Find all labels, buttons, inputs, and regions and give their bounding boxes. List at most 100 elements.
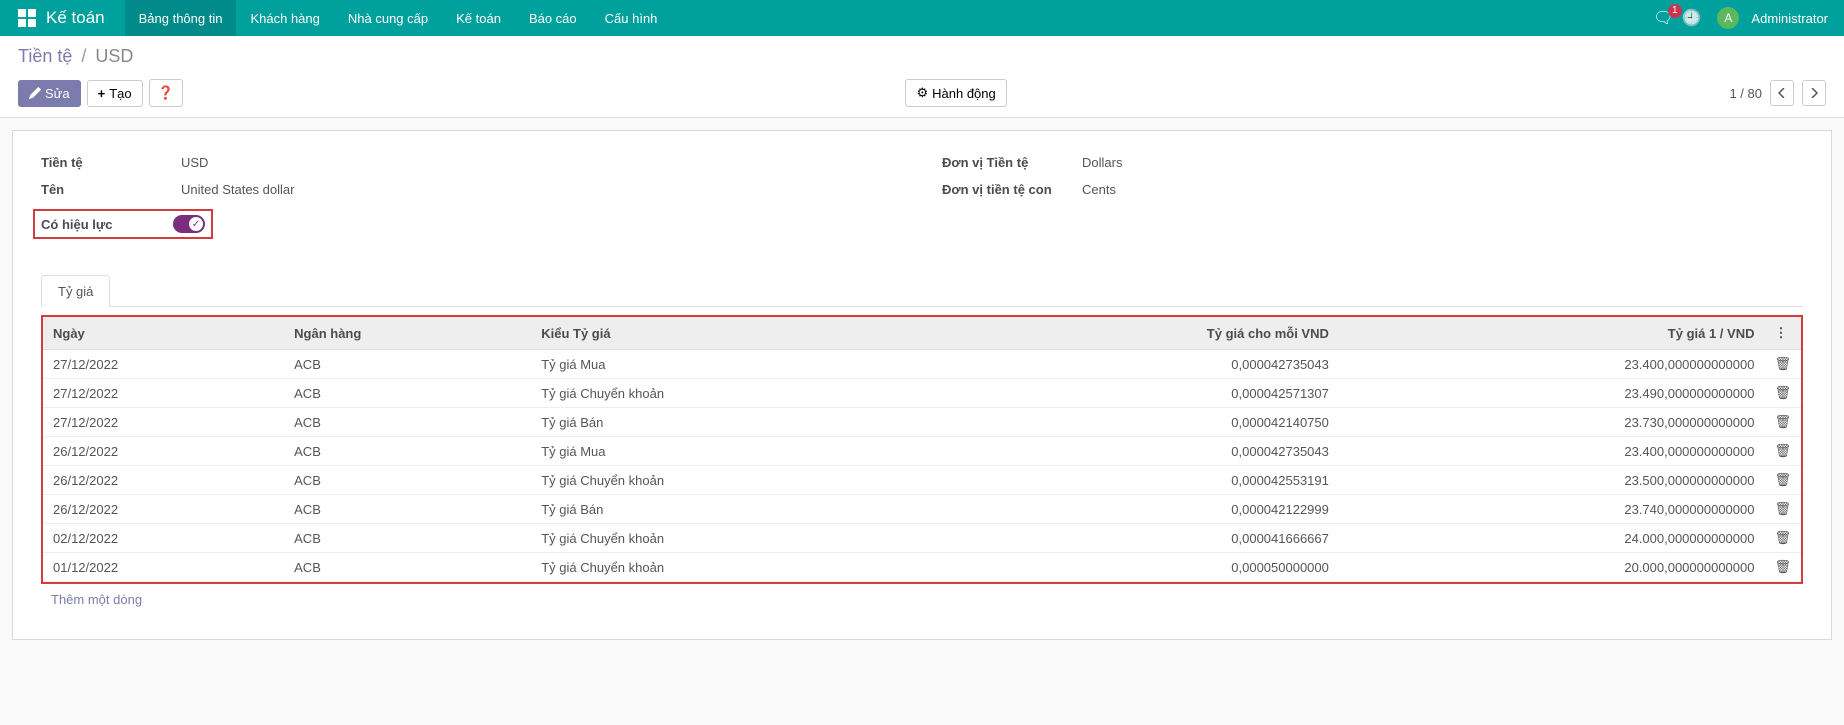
tab-rates[interactable]: Tỷ giá: [41, 275, 110, 307]
cell-date: 02/12/2022: [43, 524, 284, 553]
cell-bank: ACB: [284, 495, 531, 524]
nav-item-reports[interactable]: Báo cáo: [515, 0, 591, 36]
cell-bank: ACB: [284, 524, 531, 553]
apps-icon[interactable]: [18, 9, 36, 27]
table-row[interactable]: 27/12/2022ACBTỷ giá Chuyển khoản0,000042…: [43, 379, 1801, 408]
value-subunit: Cents: [1082, 182, 1803, 197]
cell-date: 27/12/2022: [43, 350, 284, 379]
value-currency: USD: [181, 155, 902, 170]
cell-date: 26/12/2022: [43, 466, 284, 495]
breadcrumb-parent[interactable]: Tiền tệ: [18, 46, 72, 66]
avatar[interactable]: A: [1717, 7, 1739, 29]
label-currency: Tiền tệ: [41, 155, 181, 170]
cell-rate: 0,000042122999: [936, 495, 1339, 524]
col-type[interactable]: Kiểu Tỷ giá: [531, 317, 936, 350]
col-bank[interactable]: Ngân hàng: [284, 317, 531, 350]
col-inverse[interactable]: Tỷ giá 1 / VND: [1339, 317, 1765, 350]
cell-date: 26/12/2022: [43, 495, 284, 524]
chat-badge: 1: [1668, 4, 1682, 18]
chat-icon[interactable]: 🗨1: [1653, 8, 1673, 28]
nav-item-config[interactable]: Cấu hình: [591, 0, 672, 36]
delete-row-button[interactable]: 🗑: [1764, 553, 1801, 582]
cell-rate: 0,000042553191: [936, 466, 1339, 495]
user-name[interactable]: Administrator: [1751, 11, 1828, 26]
cell-type: Tỷ giá Bán: [531, 408, 936, 437]
table-row[interactable]: 02/12/2022ACBTỷ giá Chuyển khoản0,000041…: [43, 524, 1801, 553]
pager-prev[interactable]: [1770, 80, 1794, 106]
activity-icon[interactable]: 🕘: [1682, 8, 1702, 28]
edit-button[interactable]: Sửa: [18, 80, 81, 107]
delete-row-button[interactable]: 🗑: [1764, 379, 1801, 408]
delete-row-button[interactable]: 🗑: [1764, 524, 1801, 553]
nav-item-dashboard[interactable]: Bảng thông tin: [125, 0, 237, 36]
pencil-icon: [29, 87, 41, 99]
cell-type: Tỷ giá Chuyển khoản: [531, 379, 936, 408]
cell-type: Tỷ giá Mua: [531, 350, 936, 379]
nav-item-vendors[interactable]: Nhà cung cấp: [334, 0, 442, 36]
cell-rate: 0,000042140750: [936, 408, 1339, 437]
delete-row-button[interactable]: 🗑: [1764, 437, 1801, 466]
table-row[interactable]: 26/12/2022ACBTỷ giá Chuyển khoản0,000042…: [43, 466, 1801, 495]
pager-next[interactable]: [1802, 80, 1826, 106]
app-brand[interactable]: Kế toán: [46, 8, 105, 28]
cell-inverse: 23.490,000000000000: [1339, 379, 1765, 408]
nav-item-accounting[interactable]: Kế toán: [442, 0, 515, 36]
nav-item-customers[interactable]: Khách hàng: [236, 0, 333, 36]
tab-bar: Tỷ giá: [41, 275, 1803, 307]
col-date[interactable]: Ngày: [43, 317, 284, 350]
cell-bank: ACB: [284, 379, 531, 408]
edit-button-label: Sửa: [45, 86, 70, 101]
col-options[interactable]: ⋮: [1764, 317, 1801, 350]
add-line-link[interactable]: Thêm một dòng: [51, 592, 142, 607]
label-active: Có hiệu lực: [41, 217, 173, 232]
control-panel: Tiền tệ / USD Sửa + Tạo ❓ ⚙ Hành động 1 …: [0, 36, 1844, 118]
delete-row-button[interactable]: 🗑: [1764, 408, 1801, 437]
cell-date: 26/12/2022: [43, 437, 284, 466]
cell-inverse: 23.400,000000000000: [1339, 437, 1765, 466]
cell-bank: ACB: [284, 350, 531, 379]
rate-table: Ngày Ngân hàng Kiểu Tỷ giá Tỷ giá cho mỗ…: [43, 317, 1801, 582]
cell-bank: ACB: [284, 553, 531, 582]
table-row[interactable]: 26/12/2022ACBTỷ giá Bán0,00004212299923.…: [43, 495, 1801, 524]
top-navbar: Kế toán Bảng thông tin Khách hàng Nhà cu…: [0, 0, 1844, 36]
cell-inverse: 23.500,000000000000: [1339, 466, 1765, 495]
cell-inverse: 23.730,000000000000: [1339, 408, 1765, 437]
action-dropdown[interactable]: ⚙ Hành động: [905, 79, 1006, 107]
cell-rate: 0,000042571307: [936, 379, 1339, 408]
cell-inverse: 24.000,000000000000: [1339, 524, 1765, 553]
cell-rate: 0,000042735043: [936, 437, 1339, 466]
table-row[interactable]: 01/12/2022ACBTỷ giá Chuyển khoản0,000050…: [43, 553, 1801, 582]
delete-row-button[interactable]: 🗑: [1764, 350, 1801, 379]
label-name: Tên: [41, 182, 181, 197]
breadcrumb: Tiền tệ / USD: [0, 36, 1844, 73]
help-button[interactable]: ❓: [149, 79, 183, 107]
gear-icon: ⚙: [916, 85, 928, 101]
form-sheet: Tiền tệ USD Tên United States dollar Có …: [12, 130, 1832, 640]
cell-bank: ACB: [284, 437, 531, 466]
col-rate-per-vnd[interactable]: Tỷ giá cho mỗi VND: [936, 317, 1339, 350]
active-row-highlight: Có hiệu lực: [33, 209, 213, 239]
cell-rate: 0,000042735043: [936, 350, 1339, 379]
delete-row-button[interactable]: 🗑: [1764, 466, 1801, 495]
table-row[interactable]: 27/12/2022ACBTỷ giá Mua0,00004273504323.…: [43, 350, 1801, 379]
cell-type: Tỷ giá Bán: [531, 495, 936, 524]
rate-table-header-row: Ngày Ngân hàng Kiểu Tỷ giá Tỷ giá cho mỗ…: [43, 317, 1801, 350]
delete-row-button[interactable]: 🗑: [1764, 495, 1801, 524]
action-button-label: Hành động: [932, 86, 996, 101]
create-button[interactable]: + Tạo: [87, 80, 143, 107]
plus-icon: +: [98, 86, 106, 101]
chevron-left-icon: [1778, 88, 1786, 98]
cell-rate: 0,000050000000: [936, 553, 1339, 582]
table-row[interactable]: 26/12/2022ACBTỷ giá Mua0,00004273504323.…: [43, 437, 1801, 466]
cell-inverse: 23.740,000000000000: [1339, 495, 1765, 524]
cell-inverse: 23.400,000000000000: [1339, 350, 1765, 379]
table-row[interactable]: 27/12/2022ACBTỷ giá Bán0,00004214075023.…: [43, 408, 1801, 437]
cell-type: Tỷ giá Mua: [531, 437, 936, 466]
cell-date: 01/12/2022: [43, 553, 284, 582]
value-unit: Dollars: [1082, 155, 1803, 170]
cell-type: Tỷ giá Chuyển khoản: [531, 466, 936, 495]
cell-type: Tỷ giá Chuyển khoản: [531, 524, 936, 553]
active-toggle[interactable]: [173, 215, 205, 233]
pager: 1 / 80: [1729, 80, 1826, 106]
cell-date: 27/12/2022: [43, 379, 284, 408]
